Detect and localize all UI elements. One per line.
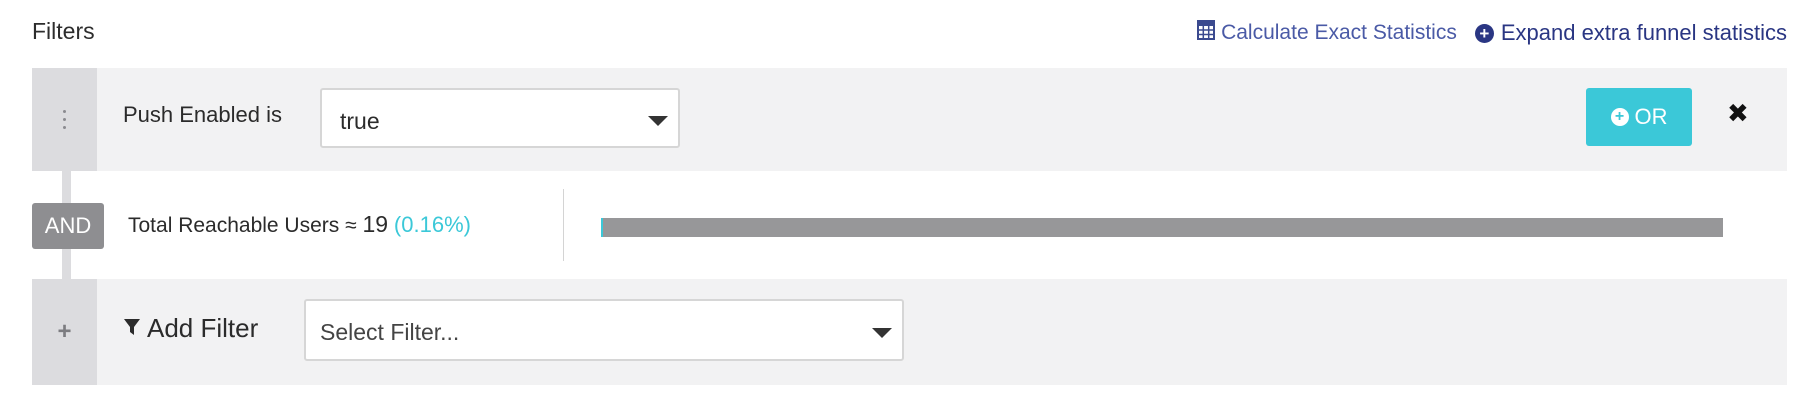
filter-row: Push Enabled is true + OR ✖ — [32, 68, 1787, 171]
add-filter-text: Add Filter — [147, 313, 259, 343]
filter-value-select[interactable]: true — [320, 88, 680, 148]
or-button[interactable]: + OR — [1586, 88, 1692, 146]
chevron-down-icon — [872, 328, 892, 338]
expand-funnel-statistics-label: Expand extra funnel statistics — [1500, 20, 1787, 45]
funnel-icon — [123, 313, 141, 344]
chevron-down-icon — [648, 116, 668, 126]
calculate-exact-statistics-label: Calculate Exact Statistics — [1221, 21, 1457, 44]
filter-value-selected: true — [340, 108, 380, 134]
select-filter-placeholder: Select Filter... — [320, 319, 460, 345]
drag-handle-icon[interactable] — [32, 68, 97, 171]
reachable-users-count: 19 — [362, 211, 389, 237]
calculator-icon — [1197, 20, 1216, 46]
add-filter-label: Add Filter — [123, 313, 258, 344]
plus-circle-icon: + — [1474, 23, 1494, 43]
select-filter-dropdown[interactable]: Select Filter... — [304, 299, 904, 361]
reachable-users-label: Total Reachable Users ≈ — [128, 214, 357, 237]
total-reachable-users: Total Reachable Users ≈ 19 (0.16%) — [128, 211, 471, 238]
reachable-users-percent: (0.16%) — [393, 212, 471, 237]
or-button-label: OR — [1634, 104, 1668, 129]
calculate-exact-statistics-link[interactable]: Calculate Exact Statistics — [1197, 20, 1457, 46]
filter-condition-label: Push Enabled is — [123, 102, 282, 127]
reachable-users-progress-fill — [601, 218, 604, 237]
divider — [563, 189, 564, 261]
add-filter-row: + Add Filter Select Filter... — [32, 279, 1787, 385]
filters-title: Filters — [32, 18, 95, 44]
and-badge: AND — [32, 203, 104, 249]
close-icon[interactable]: ✖ — [1727, 98, 1749, 129]
plus-icon[interactable]: + — [32, 279, 97, 385]
header-actions: Calculate Exact Statistics + Expand extr… — [1197, 20, 1787, 46]
plus-circle-icon: + — [1610, 108, 1629, 126]
reachable-users-progress-bar — [601, 218, 1723, 237]
expand-funnel-statistics-link[interactable]: + Expand extra funnel statistics — [1474, 20, 1787, 46]
